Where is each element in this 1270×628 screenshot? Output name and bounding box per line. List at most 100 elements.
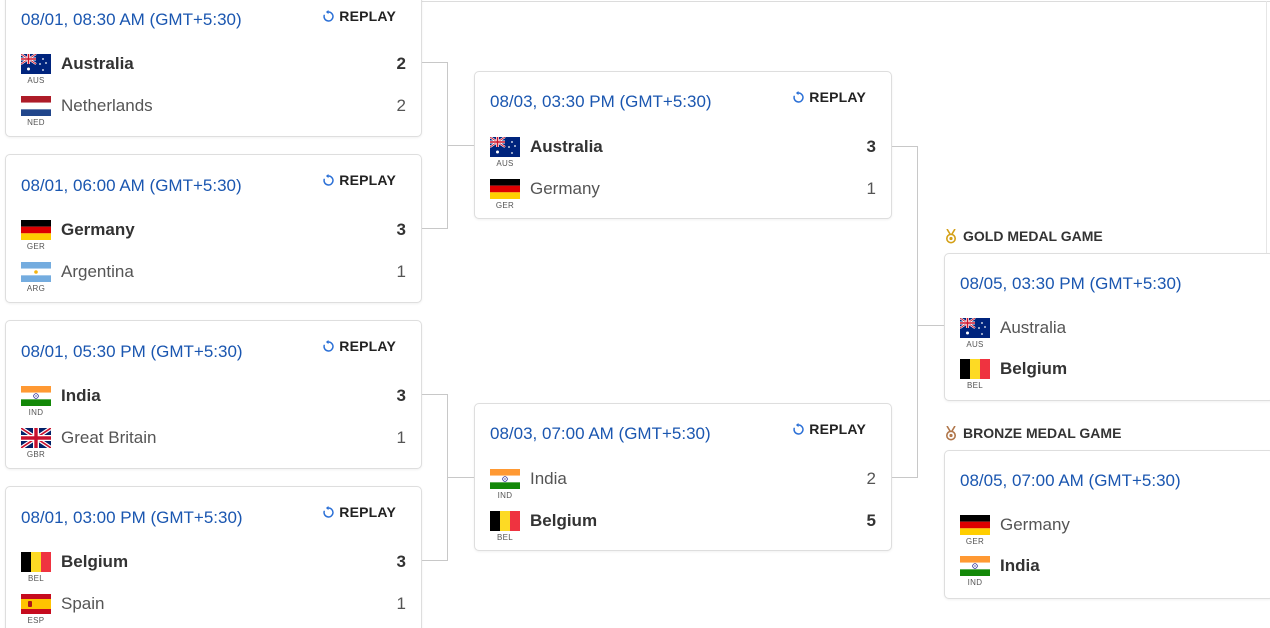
team-row[interactable]: BEL Belgium 3 [21,552,406,586]
replay-button[interactable]: REPLAY [792,89,866,105]
gold-medal-label: GOLD MEDAL GAME [963,228,1103,244]
flag-aus: AUS [960,318,990,349]
replay-label: REPLAY [339,172,396,188]
match-time: 08/01, 05:30 PM (GMT+5:30) [21,342,243,361]
match-card-qf-3[interactable]: 08/01, 05:30 PM (GMT+5:30) REPLAY IND Ind… [5,320,422,469]
team-row[interactable]: GER Germany 1 [490,179,876,213]
flag-ned: NED [21,96,51,127]
bel-flag-icon [21,552,51,572]
team-row[interactable]: ESP Spain 1 [21,594,406,628]
team-name: Netherlands [61,96,153,115]
connector-qf4 [422,560,448,561]
replay-button[interactable]: REPLAY [322,8,396,24]
replay-icon [322,9,335,23]
match-card-qf-4[interactable]: 08/01, 03:00 PM (GMT+5:30) REPLAY BEL Bel… [5,486,422,628]
team-name: Belgium [1000,359,1068,378]
team-name: Great Britain [61,428,157,447]
ned-flag-icon [21,96,51,116]
team-abbr: IND [28,408,44,417]
team-abbr: BEL [27,574,45,583]
replay-button[interactable]: REPLAY [792,421,866,437]
team-abbr: ESP [27,616,45,625]
bel-flag-icon [960,359,990,379]
match-card-sf-1[interactable]: 08/03, 03:30 PM (GMT+5:30) REPLAY AUS Aus… [474,71,892,219]
team-row[interactable]: ARG Argentina 1 [21,262,406,296]
flag-gbr: GBR [21,428,51,459]
team-abbr: IND [497,491,513,500]
match-time: 08/01, 06:00 AM (GMT+5:30) [21,176,242,195]
flag-ind: IND [490,469,520,500]
replay-button[interactable]: REPLAY [322,504,396,520]
team-row[interactable]: GER Germany 3 [21,220,406,254]
team-abbr: NED [27,118,45,127]
team-name: Germany [1000,515,1070,534]
team-name: Australia [1000,318,1067,337]
team-row[interactable]: IND India 2 [490,469,876,503]
replay-label: REPLAY [809,89,866,105]
replay-label: REPLAY [339,338,396,354]
ger-flag-icon [21,220,51,240]
match-time: 08/01, 03:00 PM (GMT+5:30) [21,508,243,527]
connector-qf3 [422,394,448,395]
bronze-medal-title: BRONZE MEDAL GAME [945,425,1121,441]
ger-flag-icon [490,179,520,199]
match-card-bronze[interactable]: 08/05, 07:00 AM (GMT+5:30) GER Germany IN… [944,450,1270,599]
team-row[interactable]: AUS Australia 3 [490,137,876,171]
team-row[interactable]: NED Netherlands 2 [21,96,406,130]
flag-ger: GER [21,220,51,251]
flag-ger: GER [960,515,990,546]
flag-bel: BEL [21,552,51,583]
match-card-gold[interactable]: 08/05, 03:30 PM (GMT+5:30) AUS Australia … [944,253,1270,401]
team-score: 5 [866,511,876,530]
flag-aus: AUS [490,137,520,168]
team-row[interactable]: AUS Australia 2 [21,54,406,88]
aus-flag-icon [21,54,51,74]
team-abbr: BEL [966,381,984,390]
team-row[interactable]: GBR Great Britain 1 [21,428,406,462]
team-row[interactable]: IND India 3 [21,386,406,420]
team-abbr: AUS [496,159,514,168]
replay-icon [792,90,805,104]
team-abbr: ARG [26,284,46,293]
connector-to-sf2 [447,477,474,478]
team-name: Belgium [61,552,129,571]
team-name: Germany [61,220,135,239]
replay-label: REPLAY [809,421,866,437]
match-card-qf-2[interactable]: 08/01, 06:00 AM (GMT+5:30) REPLAY GER Ger… [5,154,422,303]
team-score: 2 [396,54,406,73]
aus-flag-icon [490,137,520,157]
team-name: India [61,386,101,405]
flag-ind: IND [21,386,51,417]
team-name: Argentina [61,262,134,281]
connector-sf1 [892,146,918,147]
team-row[interactable]: IND India [960,556,1258,590]
team-score: 3 [866,137,876,156]
team-score: 2 [396,96,406,115]
flag-aus: AUS [21,54,51,85]
team-abbr: GER [965,537,985,546]
flag-bel: BEL [490,511,520,542]
replay-label: REPLAY [339,504,396,520]
match-time: 08/03, 03:30 PM (GMT+5:30) [490,92,712,111]
ind-flag-icon [960,556,990,576]
replay-icon [322,505,335,519]
bronze-medal-label: BRONZE MEDAL GAME [963,425,1122,441]
team-row[interactable]: BEL Belgium [960,359,1258,393]
gbr-flag-icon [21,428,51,448]
team-row[interactable]: GER Germany [960,515,1258,549]
match-time: 08/05, 07:00 AM (GMT+5:30) [960,471,1181,490]
aus-flag-icon [960,318,990,338]
replay-button[interactable]: REPLAY [322,172,396,188]
team-score: 1 [396,428,406,447]
arg-flag-icon [21,262,51,282]
team-row[interactable]: BEL Belgium 5 [490,511,876,545]
team-name: India [530,469,567,488]
connector-qf2 [422,228,448,229]
match-card-sf-2[interactable]: 08/03, 07:00 AM (GMT+5:30) REPLAY IND Ind… [474,403,892,551]
replay-button[interactable]: REPLAY [322,338,396,354]
match-time: 08/05, 03:30 PM (GMT+5:30) [960,274,1182,293]
match-card-qf-1[interactable]: 08/01, 08:30 AM (GMT+5:30) REPLAY AUS Aus… [5,0,422,137]
replay-label: REPLAY [339,8,396,24]
team-row[interactable]: AUS Australia [960,318,1258,352]
gold-medal-title: GOLD MEDAL GAME [945,228,1103,244]
